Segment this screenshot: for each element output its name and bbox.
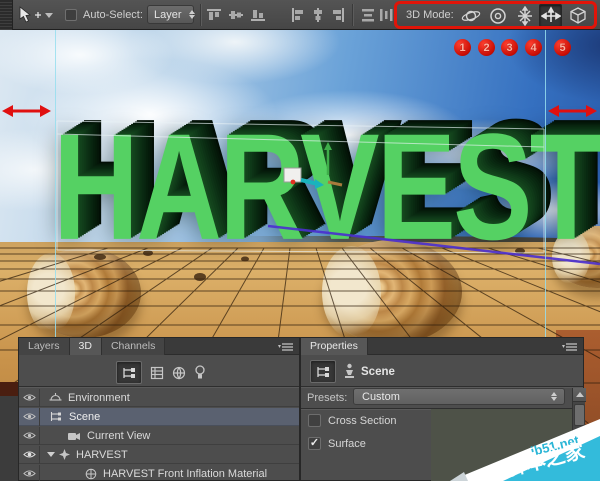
distribute-horizontal-icon[interactable] [377,6,395,24]
3d-scale-tool-button[interactable] [566,4,589,27]
visibility-eye-icon[interactable] [19,465,40,481]
dropdown-arrows-icon [189,10,195,19]
visibility-eye-icon[interactable] [19,446,40,464]
step-badge-2: 2 [478,39,495,56]
presets-value: Custom [362,391,400,403]
filter-meshes-button[interactable] [148,364,166,381]
properties-tabbar: Properties [301,338,583,355]
visibility-eye-icon[interactable] [19,389,40,407]
expander-triangle-icon[interactable] [47,452,55,457]
presets-dropdown[interactable]: Custom [353,388,565,405]
tool-preset-caret-icon[interactable] [44,11,54,19]
scene-filter-icon [310,360,336,383]
step-badge-4: 4 [525,39,542,56]
tab-layers[interactable]: Layers [19,338,70,355]
filter-materials-button[interactable] [170,364,188,381]
target-value: Layer [154,9,182,21]
filter-lights-button[interactable] [191,363,209,381]
site-watermark: jb51.net 脚本之家 [440,410,600,481]
dropdown-arrows-icon [551,392,557,401]
material-sphere-icon [85,468,97,480]
step-badge-3: 3 [501,39,518,56]
3d-mode-label: 3D Mode: [406,9,454,21]
mesh-icon [59,449,70,460]
camera-icon [67,431,81,441]
align-bottom-edges-icon[interactable] [249,6,267,24]
surface-checkbox[interactable]: ✓ [308,437,321,450]
cross-section-checkbox[interactable] [308,414,321,427]
list-item-environment[interactable]: Environment [19,389,299,407]
3d-axis-widget[interactable] [284,142,342,189]
list-item-front-inflation-material[interactable]: HARVEST Front Inflation Material [19,465,299,481]
panel-menu-icon[interactable] [562,342,578,352]
3d-drag-tool-button[interactable] [513,4,536,27]
align-left-edges-icon[interactable] [289,6,307,24]
align-vertical-centers-icon[interactable] [227,6,245,24]
presets-label: Presets: [307,392,347,404]
list-item-harvest-mesh[interactable]: HARVEST [19,446,299,464]
3d-slide-tool-button[interactable] [539,4,562,27]
3d-rotate-tool-button[interactable] [459,4,482,27]
tool-options-bar: Auto-Select: Layer [0,0,600,30]
scroll-up-button[interactable] [573,388,586,402]
align-top-edges-icon[interactable] [205,6,223,24]
align-horizontal-centers-icon[interactable] [309,6,327,24]
align-right-edges-icon[interactable] [329,6,347,24]
visibility-eye-icon[interactable] [19,408,40,426]
auto-select-label: Auto-Select: [83,9,143,21]
photoshop-window: HARVEST [0,0,600,481]
step-badge-1: 1 [454,39,471,56]
divider [301,386,583,387]
cross-section-label: Cross Section [328,415,396,427]
3d-panel: Layers 3D Channels [18,337,300,481]
separator [200,4,201,26]
tab-3d[interactable]: 3D [70,338,102,355]
ground-plane-edge-line [268,226,600,264]
options-bar-grip[interactable] [0,0,13,30]
right-width-arrow [548,105,597,117]
tab-properties[interactable]: Properties [301,338,368,355]
properties-header-title: Scene [361,366,395,378]
bounding-box-wireframe [57,121,544,253]
divider [19,386,299,387]
tab-channels[interactable]: Channels [102,338,165,355]
move-tool-icon[interactable] [16,6,42,24]
list-item-current-view[interactable]: Current View [19,427,299,445]
distribute-vertical-icon[interactable] [359,6,377,24]
left-width-arrow [2,105,51,117]
pasteboard-strip [0,396,18,481]
left-panel-tabbar: Layers 3D Channels [19,338,299,355]
canvas-strip-dark [0,382,18,396]
auto-select-checkbox[interactable] [65,9,77,21]
separator [352,4,353,26]
3d-roll-tool-button[interactable] [486,4,509,27]
auto-select-target-dropdown[interactable]: Layer [147,5,194,24]
environment-icon [49,392,62,403]
guide-right[interactable] [545,30,546,340]
panel-menu-icon[interactable] [278,342,294,352]
visibility-eye-icon[interactable] [19,427,40,445]
surface-label: Surface [328,438,366,450]
scene-icon [49,411,62,422]
filter-scene-button[interactable] [116,361,142,384]
list-item-scene[interactable]: Scene [19,408,299,426]
step-badge-5: 5 [554,39,571,56]
scene-statue-icon [341,362,357,380]
